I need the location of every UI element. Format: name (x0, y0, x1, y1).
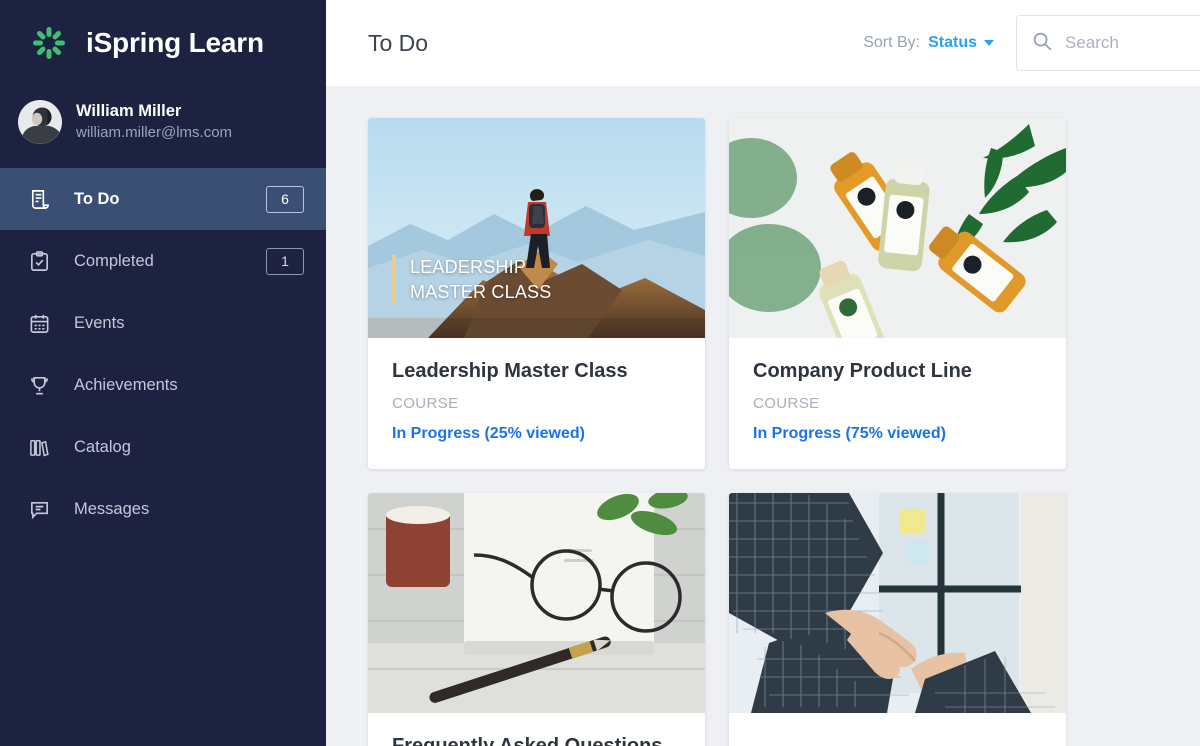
sidebar-item-completed[interactable]: Completed 1 (0, 230, 326, 292)
sort-by-value[interactable]: Status (928, 34, 977, 52)
user-profile[interactable]: William Miller william.miller@lms.com (0, 86, 326, 164)
search-input[interactable] (1065, 33, 1200, 53)
course-card[interactable] (729, 493, 1066, 746)
sidebar-item-events[interactable]: Events (0, 292, 326, 354)
user-email: william.miller@lms.com (76, 124, 233, 142)
course-card-overlay-title: Leadership Master Class (392, 255, 551, 304)
course-card-title: Leadership Master Class (392, 360, 628, 382)
app-root: iSpring Learn William Miller william.mil… (0, 0, 1200, 746)
overlay-text: Leadership Master Class (410, 255, 551, 304)
course-card-title: Frequently Asked Questions (392, 735, 663, 746)
course-card-body: Company Product Line COURSE In Progress … (729, 338, 1066, 469)
card-grid: Leadership Master Class Leadership Maste… (368, 118, 1200, 746)
course-card-kind: COURSE (392, 395, 459, 412)
books-icon (24, 436, 54, 459)
sidebar-item-label: Achievements (74, 375, 178, 394)
sidebar-badge-completed: 1 (266, 247, 304, 275)
course-card-image (729, 118, 1066, 338)
course-card-body (729, 713, 1066, 746)
search-icon (1031, 30, 1053, 57)
sort-by-control[interactable]: Sort By: Status (863, 34, 994, 52)
course-card-status[interactable]: In Progress (25% viewed) (392, 425, 681, 443)
overlay-accent-bar (392, 255, 396, 304)
overlay-line-1: Leadership (410, 257, 527, 278)
user-meta: William Miller william.miller@lms.com (76, 101, 232, 143)
course-card-image: Leadership Master Class (368, 118, 705, 338)
course-card-title: Company Product Line (753, 360, 972, 382)
sidebar-item-to-do[interactable]: To Do 6 (0, 168, 326, 230)
starburst-icon (26, 20, 72, 66)
topbar: To Do Sort By: Status (326, 0, 1200, 86)
sidebar-item-messages[interactable]: Messages (0, 478, 326, 540)
course-card[interactable]: Frequently Asked Questions COURSE In Pro… (368, 493, 705, 746)
user-name: William Miller (76, 101, 182, 120)
cards-scroll-area[interactable]: Leadership Master Class Leadership Maste… (326, 86, 1200, 746)
sidebar-item-label: Catalog (74, 437, 131, 456)
clipboard-check-icon (24, 250, 54, 273)
sidebar-nav: To Do 6 Completed 1 Events Achievements … (0, 168, 326, 540)
search-box[interactable] (1016, 15, 1200, 71)
page-title: To Do (368, 29, 429, 56)
course-card[interactable]: Leadership Master Class Leadership Maste… (368, 118, 705, 469)
course-card-status[interactable]: In Progress (75% viewed) (753, 425, 1042, 443)
course-card-kind: COURSE (753, 395, 820, 412)
caret-down-icon[interactable] (984, 40, 994, 46)
chat-bubble-icon (24, 498, 54, 521)
sidebar-item-catalog[interactable]: Catalog (0, 416, 326, 478)
sidebar-item-achievements[interactable]: Achievements (0, 354, 326, 416)
document-list-icon (24, 188, 54, 211)
sidebar-item-label: Events (74, 313, 125, 332)
sidebar-item-label: Messages (74, 499, 150, 518)
sidebar-badge-to-do: 6 (266, 185, 304, 213)
sidebar: iSpring Learn William Miller william.mil… (0, 0, 326, 746)
avatar (18, 100, 62, 144)
course-card-image (368, 493, 705, 713)
sort-by-label: Sort By: (863, 34, 921, 51)
brand-name: iSpring Learn (86, 27, 264, 58)
brand-header[interactable]: iSpring Learn (0, 0, 326, 86)
course-card-image (729, 493, 1066, 713)
overlay-line-2: Master Class (410, 281, 552, 302)
trophy-icon (24, 374, 54, 397)
course-card-body: Leadership Master Class COURSE In Progre… (368, 338, 705, 469)
sidebar-item-label: Completed (74, 251, 154, 270)
main-content: To Do Sort By: Status Search LEADERSHIP … (326, 0, 1200, 746)
course-card[interactable]: Company Product Line COURSE In Progress … (729, 118, 1066, 469)
calendar-icon (24, 312, 54, 335)
sidebar-item-label: To Do (74, 189, 120, 208)
course-card-body: Frequently Asked Questions COURSE In Pro… (368, 713, 705, 746)
